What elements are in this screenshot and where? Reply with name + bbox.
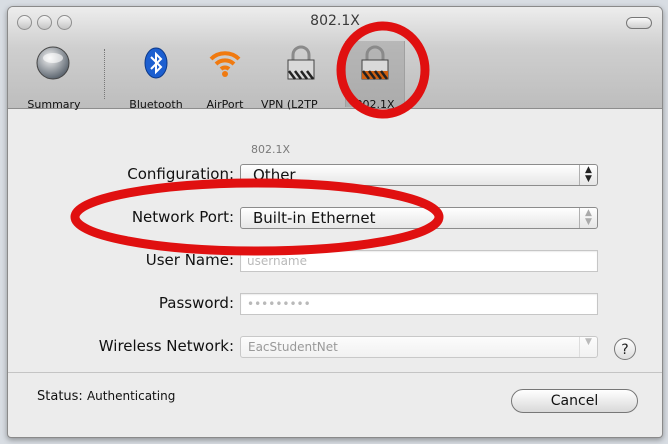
toolbar-item-8021x[interactable]: 802.1X bbox=[345, 41, 405, 111]
window-title: 802.1X bbox=[310, 13, 360, 29]
help-button[interactable]: ? bbox=[614, 338, 636, 360]
configuration-popup[interactable]: Other ▲ ▼ bbox=[240, 164, 598, 186]
user-name-label: User Name: bbox=[145, 251, 234, 269]
airport-wifi-icon bbox=[209, 51, 241, 77]
wireless-network-value: EacStudentNet bbox=[248, 340, 338, 354]
bluetooth-icon bbox=[144, 47, 168, 79]
status-value: Authenticating bbox=[86, 389, 176, 403]
toolbar-separator bbox=[104, 49, 105, 99]
password-field[interactable]: ••••••••• bbox=[240, 293, 598, 315]
padlock-icon bbox=[287, 45, 315, 80]
cancel-button[interactable]: Cancel bbox=[511, 389, 638, 413]
network-window: 802.1X Summary Bluetooth AirPort VPN (L2… bbox=[7, 6, 663, 438]
wireless-network-label: Wireless Network: bbox=[98, 337, 234, 355]
network-port-value: Built-in Ethernet bbox=[253, 209, 376, 227]
toolbar-item-vpn[interactable]: VPN (L2TP bbox=[259, 41, 343, 111]
user-name-field[interactable]: username bbox=[240, 250, 598, 272]
configuration-label: Configuration: bbox=[127, 165, 234, 183]
popup-arrows-icon: ▼ bbox=[579, 337, 597, 357]
status-label: Status: bbox=[37, 389, 83, 404]
toolbar-item-summary[interactable]: Summary bbox=[11, 41, 97, 111]
network-port-popup[interactable]: Built-in Ethernet ▲ ▼ bbox=[240, 207, 598, 229]
configuration-value: Other bbox=[253, 166, 296, 184]
title-bar: 802.1X Summary Bluetooth AirPort VPN (L2… bbox=[8, 7, 662, 111]
section-title: 802.1X bbox=[251, 143, 291, 156]
popup-arrows-icon: ▲ ▼ bbox=[579, 165, 597, 185]
toolbar-item-bluetooth[interactable]: Bluetooth bbox=[121, 41, 191, 111]
summary-globe-icon bbox=[36, 46, 70, 80]
password-label: Password: bbox=[158, 294, 234, 312]
popup-arrows-icon: ▲ ▼ bbox=[579, 208, 597, 228]
footer-divider bbox=[8, 372, 662, 373]
toolbar-toggle-button[interactable] bbox=[626, 17, 652, 29]
wireless-network-popup[interactable]: EacStudentNet ▼ bbox=[240, 336, 598, 358]
status-area: Status: Authenticating bbox=[37, 389, 175, 404]
settings-pane: 802.1X Configuration: Other ▲ ▼ Network P… bbox=[8, 109, 662, 437]
network-port-label: Network Port: bbox=[131, 208, 234, 226]
toolbar-item-airport[interactable]: AirPort bbox=[196, 41, 254, 111]
padlock-icon bbox=[361, 45, 389, 80]
